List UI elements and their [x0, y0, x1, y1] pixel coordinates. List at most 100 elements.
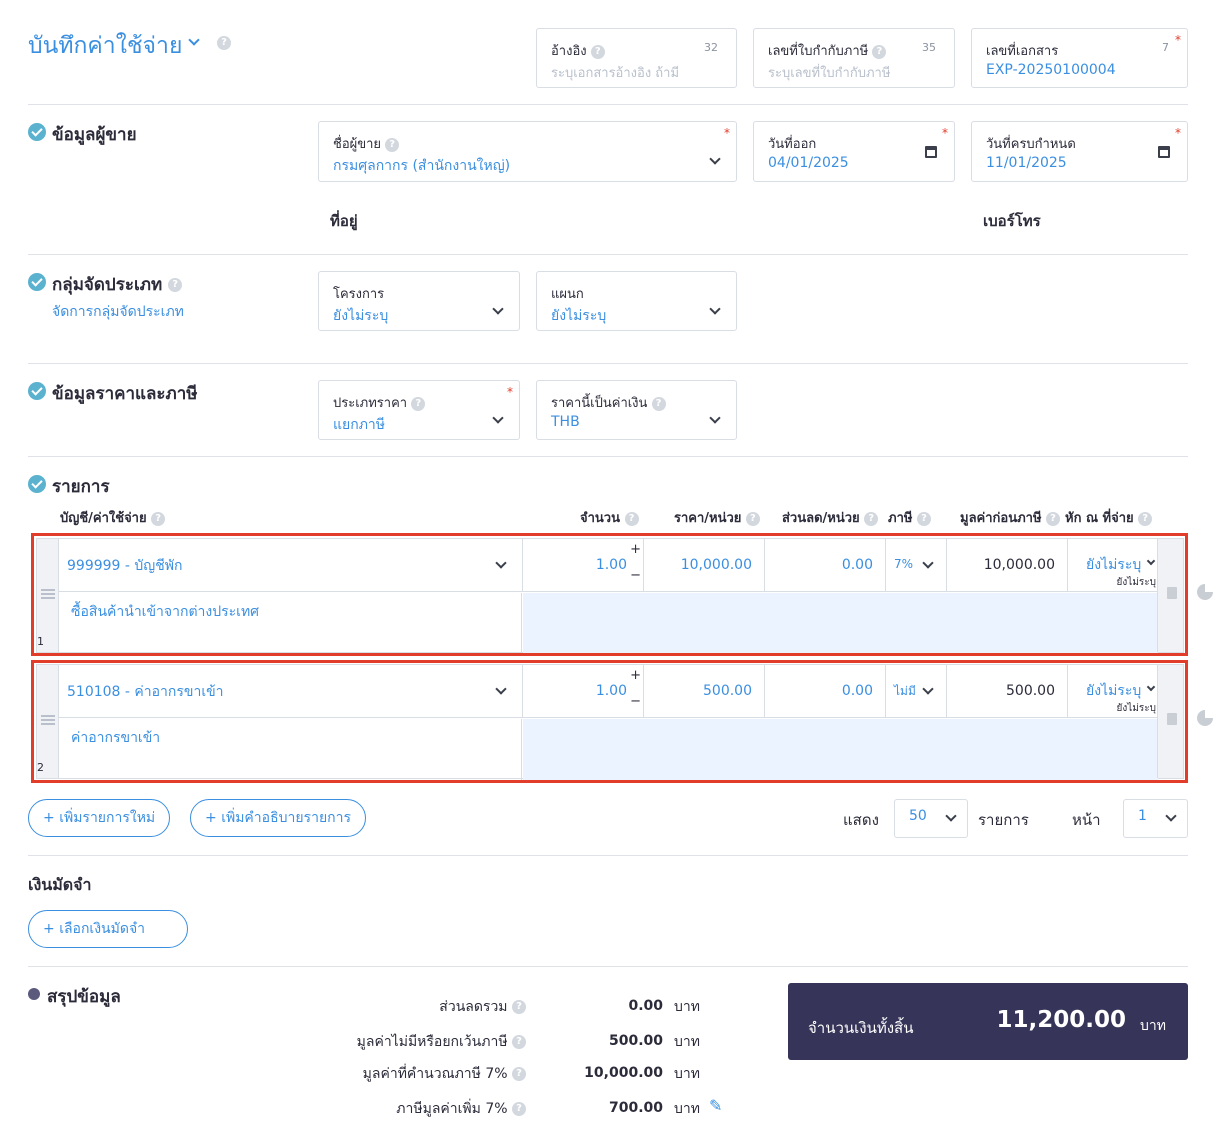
issue-date-value: 04/01/2025	[768, 155, 849, 171]
add-item-button[interactable]: + เพิ่มรายการใหม่	[28, 799, 171, 837]
help-icon: ?	[512, 1000, 526, 1014]
page-select[interactable]: 1	[1123, 799, 1188, 838]
summary-vat-value: 700.00	[608, 1100, 663, 1116]
summary-taxable-label: มูลค่าที่คำนวณภาษี 7% ?	[363, 1063, 526, 1085]
trash-icon[interactable]	[1167, 713, 1177, 725]
help-icon: ?	[385, 137, 400, 152]
select-deposit-button[interactable]: + เลือกเงินมัดจำ	[28, 910, 188, 948]
help-icon: ?	[1138, 511, 1153, 526]
add-item-label: เพิ่มรายการใหม่	[59, 810, 156, 826]
chevron-down-icon	[709, 412, 721, 424]
required-asterisk: *	[507, 385, 513, 399]
select-deposit-label: เลือกเงินมัดจำ	[59, 921, 146, 937]
department-label: แผนก	[551, 287, 584, 302]
help-icon: ?	[168, 278, 183, 292]
project-select[interactable]: โครงการ ยังไม่ระบุ	[318, 271, 520, 331]
check-icon	[28, 382, 46, 400]
help-icon: ?	[590, 44, 605, 59]
issue-date-label: วันที่ออก	[768, 137, 817, 152]
page-title-group[interactable]: บันทึกค่าใช้จ่าย	[28, 28, 200, 64]
summary-discount-label: ส่วนลดรวม ?	[439, 996, 526, 1018]
help-icon: ?	[151, 511, 166, 526]
calendar-icon[interactable]	[1158, 146, 1170, 158]
highlight-box	[31, 533, 1188, 656]
plus-icon: +	[205, 810, 217, 826]
divider	[28, 254, 1188, 255]
currency-select[interactable]: ราคานี้เป็นค่าเงิน ? THB	[536, 380, 737, 440]
help-icon: ?	[916, 511, 931, 526]
tax-invoice-no-char-count: 35	[922, 41, 936, 54]
phone-label: เบอร์โทร	[983, 212, 1041, 230]
vendor-select[interactable]: ชื่อผู้ขาย ? * กรมศุลกากร (สำนักงานใหญ่)	[318, 121, 737, 182]
check-icon	[28, 475, 46, 493]
summary-unit: บาท	[674, 1101, 700, 1117]
add-description-button[interactable]: + เพิ่มคำอธิบายรายการ	[190, 799, 367, 837]
total-panel: จำนวนเงินทั้งสิ้น 11,200.00 บาท	[788, 983, 1188, 1060]
check-icon	[28, 123, 46, 141]
page-size-value: 50	[909, 808, 927, 824]
total-label: จำนวนเงินทั้งสิ้น	[808, 1019, 914, 1037]
summary-nontax-label: มูลค่าไม่มีหรือยกเว้นภาษี ?	[357, 1031, 526, 1053]
tax-invoice-no-label: เลขที่ใบกำกับภาษี ?	[768, 40, 887, 61]
required-asterisk: *	[942, 126, 948, 140]
page-title: บันทึกค่าใช้จ่าย	[28, 33, 183, 59]
price-type-value: แยกภาษี	[333, 417, 386, 433]
pie-chart-icon[interactable]	[1197, 710, 1213, 726]
project-value: ยังไม่ระบุ	[333, 308, 389, 324]
chevron-down-icon	[709, 303, 721, 315]
trash-icon[interactable]	[1167, 587, 1177, 599]
show-label: แสดง	[843, 811, 879, 829]
document-no-value: EXP-20250100004	[986, 62, 1116, 78]
chevron-down-icon	[188, 34, 200, 46]
document-no-field[interactable]: เลขที่เอกสาร 7 * EXP-20250100004	[971, 28, 1188, 88]
col-header-discount: ส่วนลด/หน่วย ?	[782, 507, 879, 528]
items-label: รายการ	[978, 811, 1029, 829]
document-no-char-count: 7	[1162, 41, 1169, 54]
chevron-down-icon	[492, 303, 504, 315]
price-type-select[interactable]: ประเภทราคา ? * แยกภาษี	[318, 380, 520, 440]
col-header-tax: ภาษี ?	[888, 507, 931, 528]
reference-char-count: 32	[704, 41, 718, 54]
issue-date-field[interactable]: วันที่ออก * 04/01/2025	[753, 121, 955, 182]
price-type-label: ประเภทราคา ?	[333, 392, 426, 413]
summary-unit: บาท	[674, 1066, 700, 1082]
divider	[28, 104, 1188, 105]
document-no-label: เลขที่เอกสาร	[986, 44, 1059, 59]
category-section-title: กลุ่มจัดประเภท ?	[52, 271, 183, 298]
required-asterisk: *	[724, 126, 730, 140]
due-date-label: วันที่ครบกำหนด	[986, 137, 1076, 152]
check-icon	[28, 273, 46, 291]
page-size-select[interactable]: 50	[894, 799, 968, 838]
help-icon: ?	[864, 511, 879, 526]
vendor-value: กรมศุลกากร (สำนักงานใหญ่)	[333, 158, 511, 174]
tax-invoice-no-placeholder: ระบุเลขที่ใบกำกับภาษี	[768, 66, 891, 81]
summary-taxable-value: 10,000.00	[584, 1065, 663, 1081]
divider	[28, 855, 1188, 856]
due-date-field[interactable]: วันที่ครบกำหนด * 11/01/2025	[971, 121, 1188, 182]
calendar-icon[interactable]	[925, 146, 937, 158]
chevron-down-icon	[709, 153, 721, 165]
reference-label: อ้างอิง ?	[551, 40, 605, 61]
department-value: ยังไม่ระบุ	[551, 308, 607, 324]
tax-invoice-no-field[interactable]: เลขที่ใบกำกับภาษี ? 35 ระบุเลขที่ใบกำกับ…	[753, 28, 955, 88]
summary-title: สรุปข้อมูล	[47, 987, 121, 1007]
col-header-unit-price: ราคา/หน่วย ?	[674, 507, 760, 528]
bullet-icon	[28, 988, 40, 1000]
department-select[interactable]: แผนก ยังไม่ระบุ	[536, 271, 737, 331]
total-value: 11,200.00	[996, 1007, 1127, 1033]
help-icon: ?	[411, 396, 426, 411]
highlight-box	[31, 660, 1188, 783]
help-icon: ?	[1046, 511, 1061, 526]
add-description-label: เพิ่มคำอธิบายรายการ	[221, 810, 352, 826]
chevron-down-icon	[492, 412, 504, 424]
divider	[28, 966, 1188, 967]
required-asterisk: *	[1175, 126, 1181, 140]
col-header-pretax: มูลค่าก่อนภาษี ?	[960, 507, 1061, 528]
deposit-section-title: เงินมัดจำ	[28, 875, 92, 894]
reference-field[interactable]: อ้างอิง ? 32 ระบุเอกสารอ้างอิง ถ้ามี	[536, 28, 737, 88]
summary-nontax-value: 500.00	[608, 1033, 663, 1049]
manage-category-link[interactable]: จัดการกลุ่มจัดประเภท	[52, 301, 184, 323]
pie-chart-icon[interactable]	[1197, 584, 1213, 600]
help-icon: ?	[745, 511, 760, 526]
pencil-icon[interactable]: ✎	[709, 1096, 722, 1115]
